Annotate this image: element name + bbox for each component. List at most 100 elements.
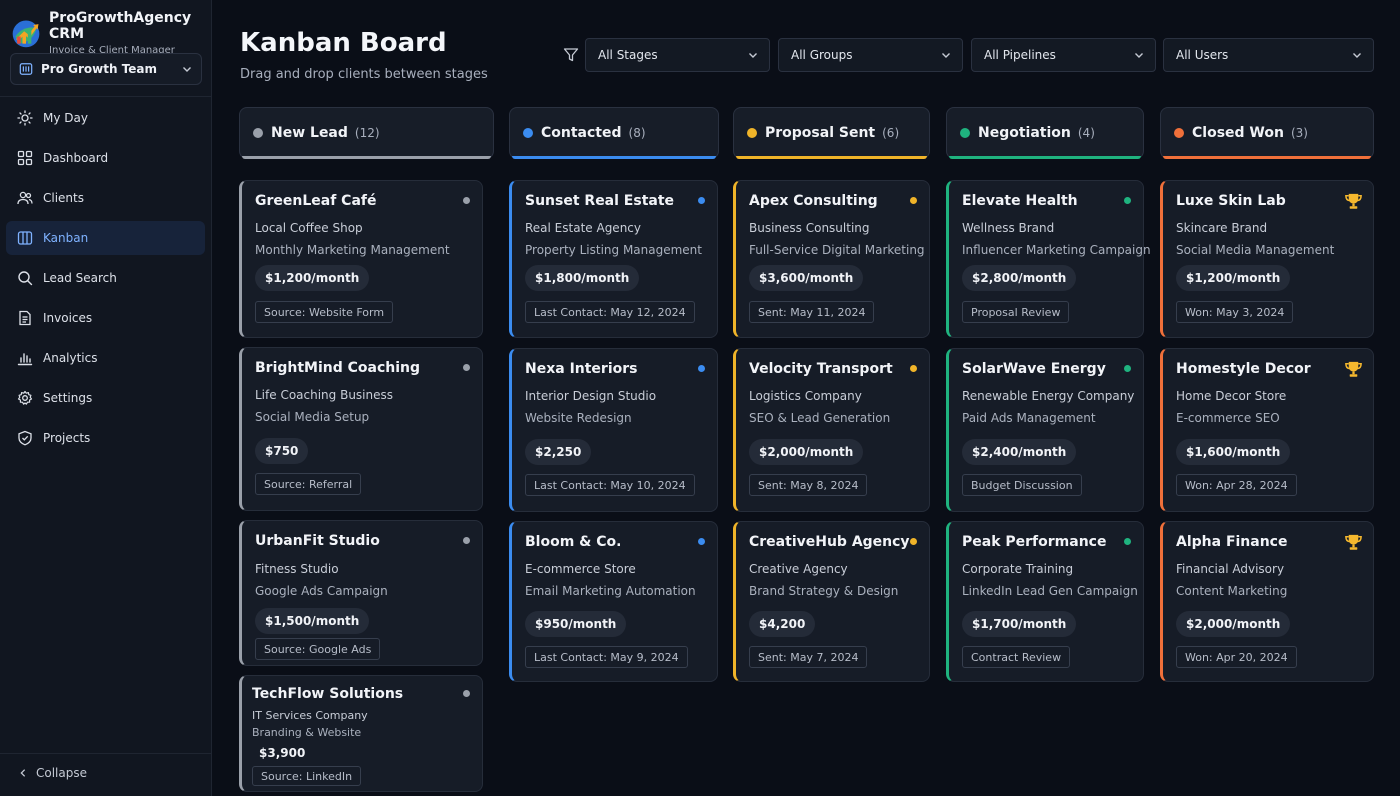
client-service: SEO & Lead Generation [749,411,891,425]
client-service: E-commerce SEO [1176,411,1280,425]
client-name: Homestyle Decor [1176,361,1311,377]
client-type: Interior Design Studio [525,389,657,403]
collapse-label: Collapse [36,766,87,780]
client-name: Velocity Transport [749,361,893,377]
client-type: Real Estate Agency [525,221,641,235]
status-dot [463,197,470,204]
pipeline-filter-select[interactable]: All Pipelines [971,38,1156,72]
client-card[interactable]: Alpha Finance Financial Advisory Content M… [1160,521,1374,682]
team-label: Pro Growth Team [41,62,158,76]
nav-item-dashboard[interactable]: Dashboard [6,141,205,175]
client-card[interactable]: Luxe Skin Lab Skincare Brand Social Media … [1160,180,1374,338]
client-card[interactable]: Peak Performance Corporate Training Linked… [946,521,1144,682]
card-tag: Source: Referral [255,473,362,495]
brand[interactable]: ProGrowthAgency CRM Invoice & Client Man… [10,10,211,56]
nav-item-analytics[interactable]: Analytics [6,341,205,375]
client-service: Social Media Management [1176,243,1335,257]
client-service: Branding & Website [252,726,362,739]
nav-label: Projects [43,431,91,445]
grid-icon [17,150,33,166]
kanban-icon [17,231,33,245]
column-header-contacted[interactable]: Contacted (8) [509,107,719,159]
nav-item-lead-search[interactable]: Lead Search [6,261,205,295]
price-badge: $1,800/month [525,265,640,291]
users-icon [17,191,33,205]
client-card[interactable]: Velocity Transport Logistics Company SEO &… [733,348,930,512]
status-dot [910,197,917,204]
column-accent-line [949,156,1141,159]
column-title: Contacted [541,125,622,141]
user-filter-select[interactable]: All Users [1163,38,1374,72]
client-name: Alpha Finance [1176,534,1288,550]
trophy-icon [1345,193,1362,209]
page-title: Kanban Board [240,28,447,58]
sidebar-divider [0,96,212,97]
client-card[interactable]: SolarWave Energy Renewable Energy Company… [946,348,1144,512]
column-header-negotiation[interactable]: Negotiation (4) [946,107,1144,159]
card-tag: Sent: May 8, 2024 [749,474,868,496]
status-dot [463,364,470,371]
column-count: (8) [628,126,646,140]
client-name: Sunset Real Estate [525,193,675,209]
client-service: Paid Ads Management [962,411,1096,425]
stage-filter-select[interactable]: All Stages [585,38,770,72]
client-card[interactable]: CreativeHub Agency Creative Agency Brand S… [733,521,930,682]
status-dot [463,537,470,544]
nav-item-projects[interactable]: Projects [6,421,205,455]
client-card[interactable]: Elevate Health Wellness Brand Influencer M… [946,180,1151,338]
price-badge: $2,800/month [962,265,1077,291]
shield-check-icon [18,430,32,446]
nav-item-invoices[interactable]: Invoices [6,301,205,335]
price-badge: $2,250 [525,439,592,465]
client-card[interactable]: BrightMind Coaching Life Coaching Busines… [239,347,483,511]
client-type: Corporate Training [962,562,1074,576]
search-icon [18,271,33,286]
chevron-down-icon [942,53,950,58]
nav-item-kanban[interactable]: Kanban [6,221,205,255]
sun-icon [17,110,33,126]
nav-label: Analytics [43,351,98,365]
group-filter-select[interactable]: All Groups [778,38,963,72]
status-dot [1124,538,1131,545]
client-type: Fitness Studio [255,562,339,576]
client-card[interactable]: Bloom & Co. E-commerce Store Email Marketi… [509,521,718,682]
client-card[interactable]: Sunset Real Estate Real Estate Agency Prop… [509,180,718,338]
column-count: (4) [1077,126,1095,140]
card-tag: Last Contact: May 12, 2024 [525,301,695,323]
status-dot [698,538,705,545]
nav-label: Invoices [43,311,93,325]
column-header-proposal-sent[interactable]: Proposal Sent (6) [733,107,930,159]
column-accent-line [1163,156,1371,159]
gear-icon [17,390,33,405]
client-type: IT Services Company [252,709,368,722]
client-name: BrightMind Coaching [255,360,421,376]
stage-dot [253,128,263,138]
client-card[interactable]: UrbanFit Studio Fitness Studio Google Ads … [239,520,483,666]
client-name: SolarWave Energy [962,361,1106,377]
filter-icon[interactable] [563,47,579,63]
price-badge: $1,200/month [255,265,370,291]
card-tag: Source: Google Ads [255,638,381,660]
client-type: Creative Agency [749,562,848,576]
client-name: Elevate Health [962,193,1078,209]
client-card[interactable]: Nexa Interiors Interior Design Studio Webs… [509,348,718,512]
column-count: (6) [882,126,900,140]
nav-item-settings[interactable]: Settings [6,381,205,415]
nav-item-clients[interactable]: Clients [6,181,205,215]
select-value: All Pipelines [984,48,1056,62]
chevron-down-icon [1353,53,1361,58]
column-header-new-lead[interactable]: New Lead (12) [239,107,494,159]
column-header-closed-won[interactable]: Closed Won (3) [1160,107,1374,159]
stage-dot [523,128,533,138]
client-card[interactable]: TechFlow Solutions IT Services Company Bra… [239,675,483,792]
client-card[interactable]: GreenLeaf Café Local Coffee Shop Monthly M… [239,180,483,338]
price-badge: $1,500/month [255,608,370,634]
client-card[interactable]: Apex Consulting Business Consulting Full-S… [733,180,930,338]
card-tag: Source: LinkedIn [252,766,362,786]
client-card[interactable]: Homestyle Decor Home Decor Store E-commerc… [1160,348,1374,512]
price-badge: $4,200 [749,611,816,637]
collapse-button[interactable]: Collapse [18,766,87,780]
nav-item-my-day[interactable]: My Day [6,101,205,135]
client-type: E-commerce Store [525,562,636,576]
team-selector[interactable]: Pro Growth Team [10,53,202,85]
